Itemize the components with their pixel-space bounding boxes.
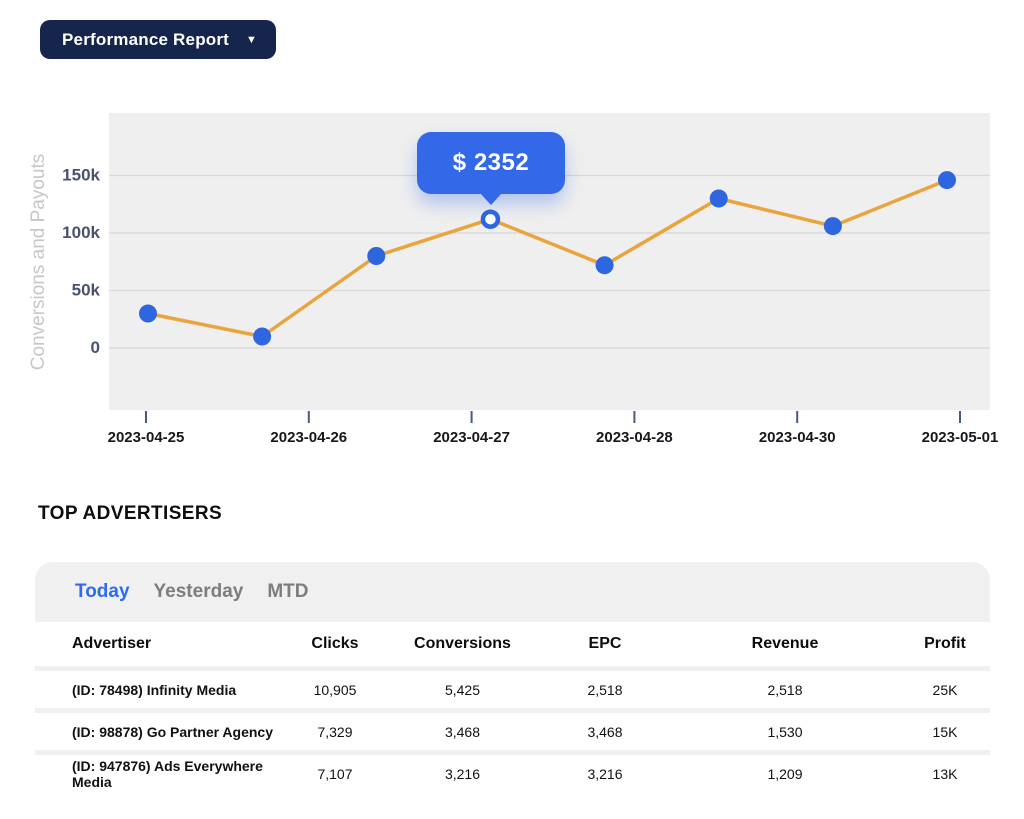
chart-tooltip-value: $ 2352 [453, 149, 529, 177]
column-header-profit: Profit [900, 635, 990, 653]
column-header-revenue: Revenue [670, 635, 900, 653]
cell-profit: 15K [900, 724, 990, 740]
column-header-conversions: Conversions [385, 635, 540, 653]
cell-profit: 13K [900, 766, 990, 782]
chart-tooltip: $ 2352 [417, 132, 565, 194]
cell-clicks: 10,905 [285, 682, 385, 698]
column-header-clicks: Clicks [285, 635, 385, 653]
conversions-payouts-line-chart: 150k 100k 50k 0 Conversions and Payouts 2023-… [0, 0, 1024, 470]
data-point[interactable] [710, 190, 728, 208]
cell-conversions: 3,216 [385, 766, 540, 782]
y-axis-tick-label: 150k [62, 166, 100, 185]
x-axis-label: 2023-04-25 [108, 429, 185, 446]
performance-dashboard: Performance Report ▼ 150k100k50k0Convers… [0, 0, 1024, 819]
cell-advertiser: (ID: 98878) Go Partner Agency [35, 724, 285, 740]
tab-today[interactable]: Today [75, 581, 130, 603]
x-axis-label: 2023-05-01 [922, 429, 999, 446]
cell-revenue: 2,518 [670, 682, 900, 698]
data-point[interactable] [139, 305, 157, 323]
x-axis-label: 2023-04-28 [596, 429, 673, 446]
performance-chart: 150k 100k 50k 0 Conversions and Payouts 2023-… [0, 0, 1024, 470]
table-body: (ID: 78498) Infinity Media10,9055,4252,5… [35, 666, 990, 792]
data-point-active[interactable] [483, 212, 498, 227]
tab-mtd[interactable]: MTD [267, 581, 308, 603]
period-tabs: Today Yesterday MTD [35, 562, 990, 622]
x-axis-label: 2023-04-26 [270, 429, 347, 446]
data-point[interactable] [253, 328, 271, 346]
tab-yesterday[interactable]: Yesterday [154, 581, 244, 603]
y-axis-title: Conversions and Payouts [28, 154, 49, 371]
column-header-advertiser: Advertiser [35, 635, 285, 653]
table-header-row: AdvertiserClicksConversionsEPCRevenuePro… [35, 622, 990, 666]
data-point[interactable] [938, 171, 956, 189]
y-axis-tick-label: 100k [62, 223, 100, 242]
cell-conversions: 5,425 [385, 682, 540, 698]
top-advertisers-heading: TOP ADVERTISERS [38, 503, 222, 525]
cell-advertiser: (ID: 78498) Infinity Media [35, 682, 285, 698]
cell-epc: 2,518 [540, 682, 670, 698]
top-advertisers-card: Today Yesterday MTD AdvertiserClicksConver… [35, 562, 990, 792]
y-axis-tick-label: 0 [91, 338, 100, 357]
column-header-epc: EPC [540, 635, 670, 653]
cell-revenue: 1,530 [670, 724, 900, 740]
cell-profit: 25K [900, 682, 990, 698]
data-point[interactable] [367, 247, 385, 265]
x-axis-label: 2023-04-30 [759, 429, 836, 446]
table-row: (ID: 98878) Go Partner Agency7,3293,4683… [35, 708, 990, 750]
data-point[interactable] [596, 256, 614, 274]
x-axis-label: 2023-04-27 [433, 429, 510, 446]
cell-epc: 3,468 [540, 724, 670, 740]
cell-conversions: 3,468 [385, 724, 540, 740]
cell-epc: 3,216 [540, 766, 670, 782]
data-point[interactable] [824, 217, 842, 235]
y-axis-tick-label: 50k [72, 281, 101, 300]
cell-clicks: 7,107 [285, 766, 385, 782]
cell-revenue: 1,209 [670, 766, 900, 782]
cell-clicks: 7,329 [285, 724, 385, 740]
table-row: (ID: 947876) Ads Everywhere Media7,1073,… [35, 750, 990, 792]
table-row: (ID: 78498) Infinity Media10,9055,4252,5… [35, 666, 990, 708]
cell-advertiser: (ID: 947876) Ads Everywhere Media [35, 758, 285, 790]
